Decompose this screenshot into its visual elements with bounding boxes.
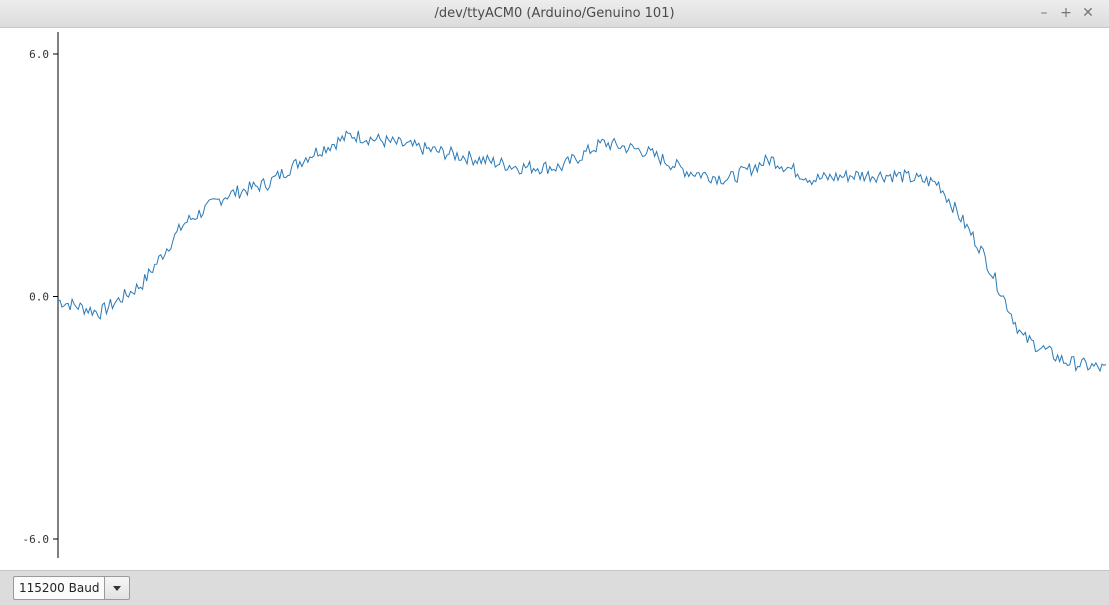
- chevron-down-icon[interactable]: [105, 576, 131, 600]
- serial-plotter-area: 6.0 0.0 -6.0: [0, 28, 1109, 570]
- baud-rate-select[interactable]: 115200 Baud: [13, 576, 131, 600]
- close-icon[interactable]: ✕: [1079, 4, 1097, 22]
- y-tick-label-1: 0.0: [29, 291, 49, 304]
- bottom-toolbar: 115200 Baud: [0, 570, 1109, 605]
- window-title: /dev/ttyACM0 (Arduino/Genuino 101): [434, 6, 675, 21]
- y-tick-label-0: 6.0: [29, 48, 49, 61]
- maximize-icon[interactable]: +: [1057, 4, 1075, 22]
- title-bar: /dev/ttyACM0 (Arduino/Genuino 101) – + ✕: [0, 0, 1109, 28]
- line-chart: 6.0 0.0 -6.0: [23, 32, 1107, 558]
- series-line-0: [57, 130, 1107, 373]
- minimize-icon[interactable]: –: [1035, 4, 1053, 22]
- y-tick-label-2: -6.0: [23, 533, 50, 546]
- baud-rate-value[interactable]: 115200 Baud: [13, 576, 106, 600]
